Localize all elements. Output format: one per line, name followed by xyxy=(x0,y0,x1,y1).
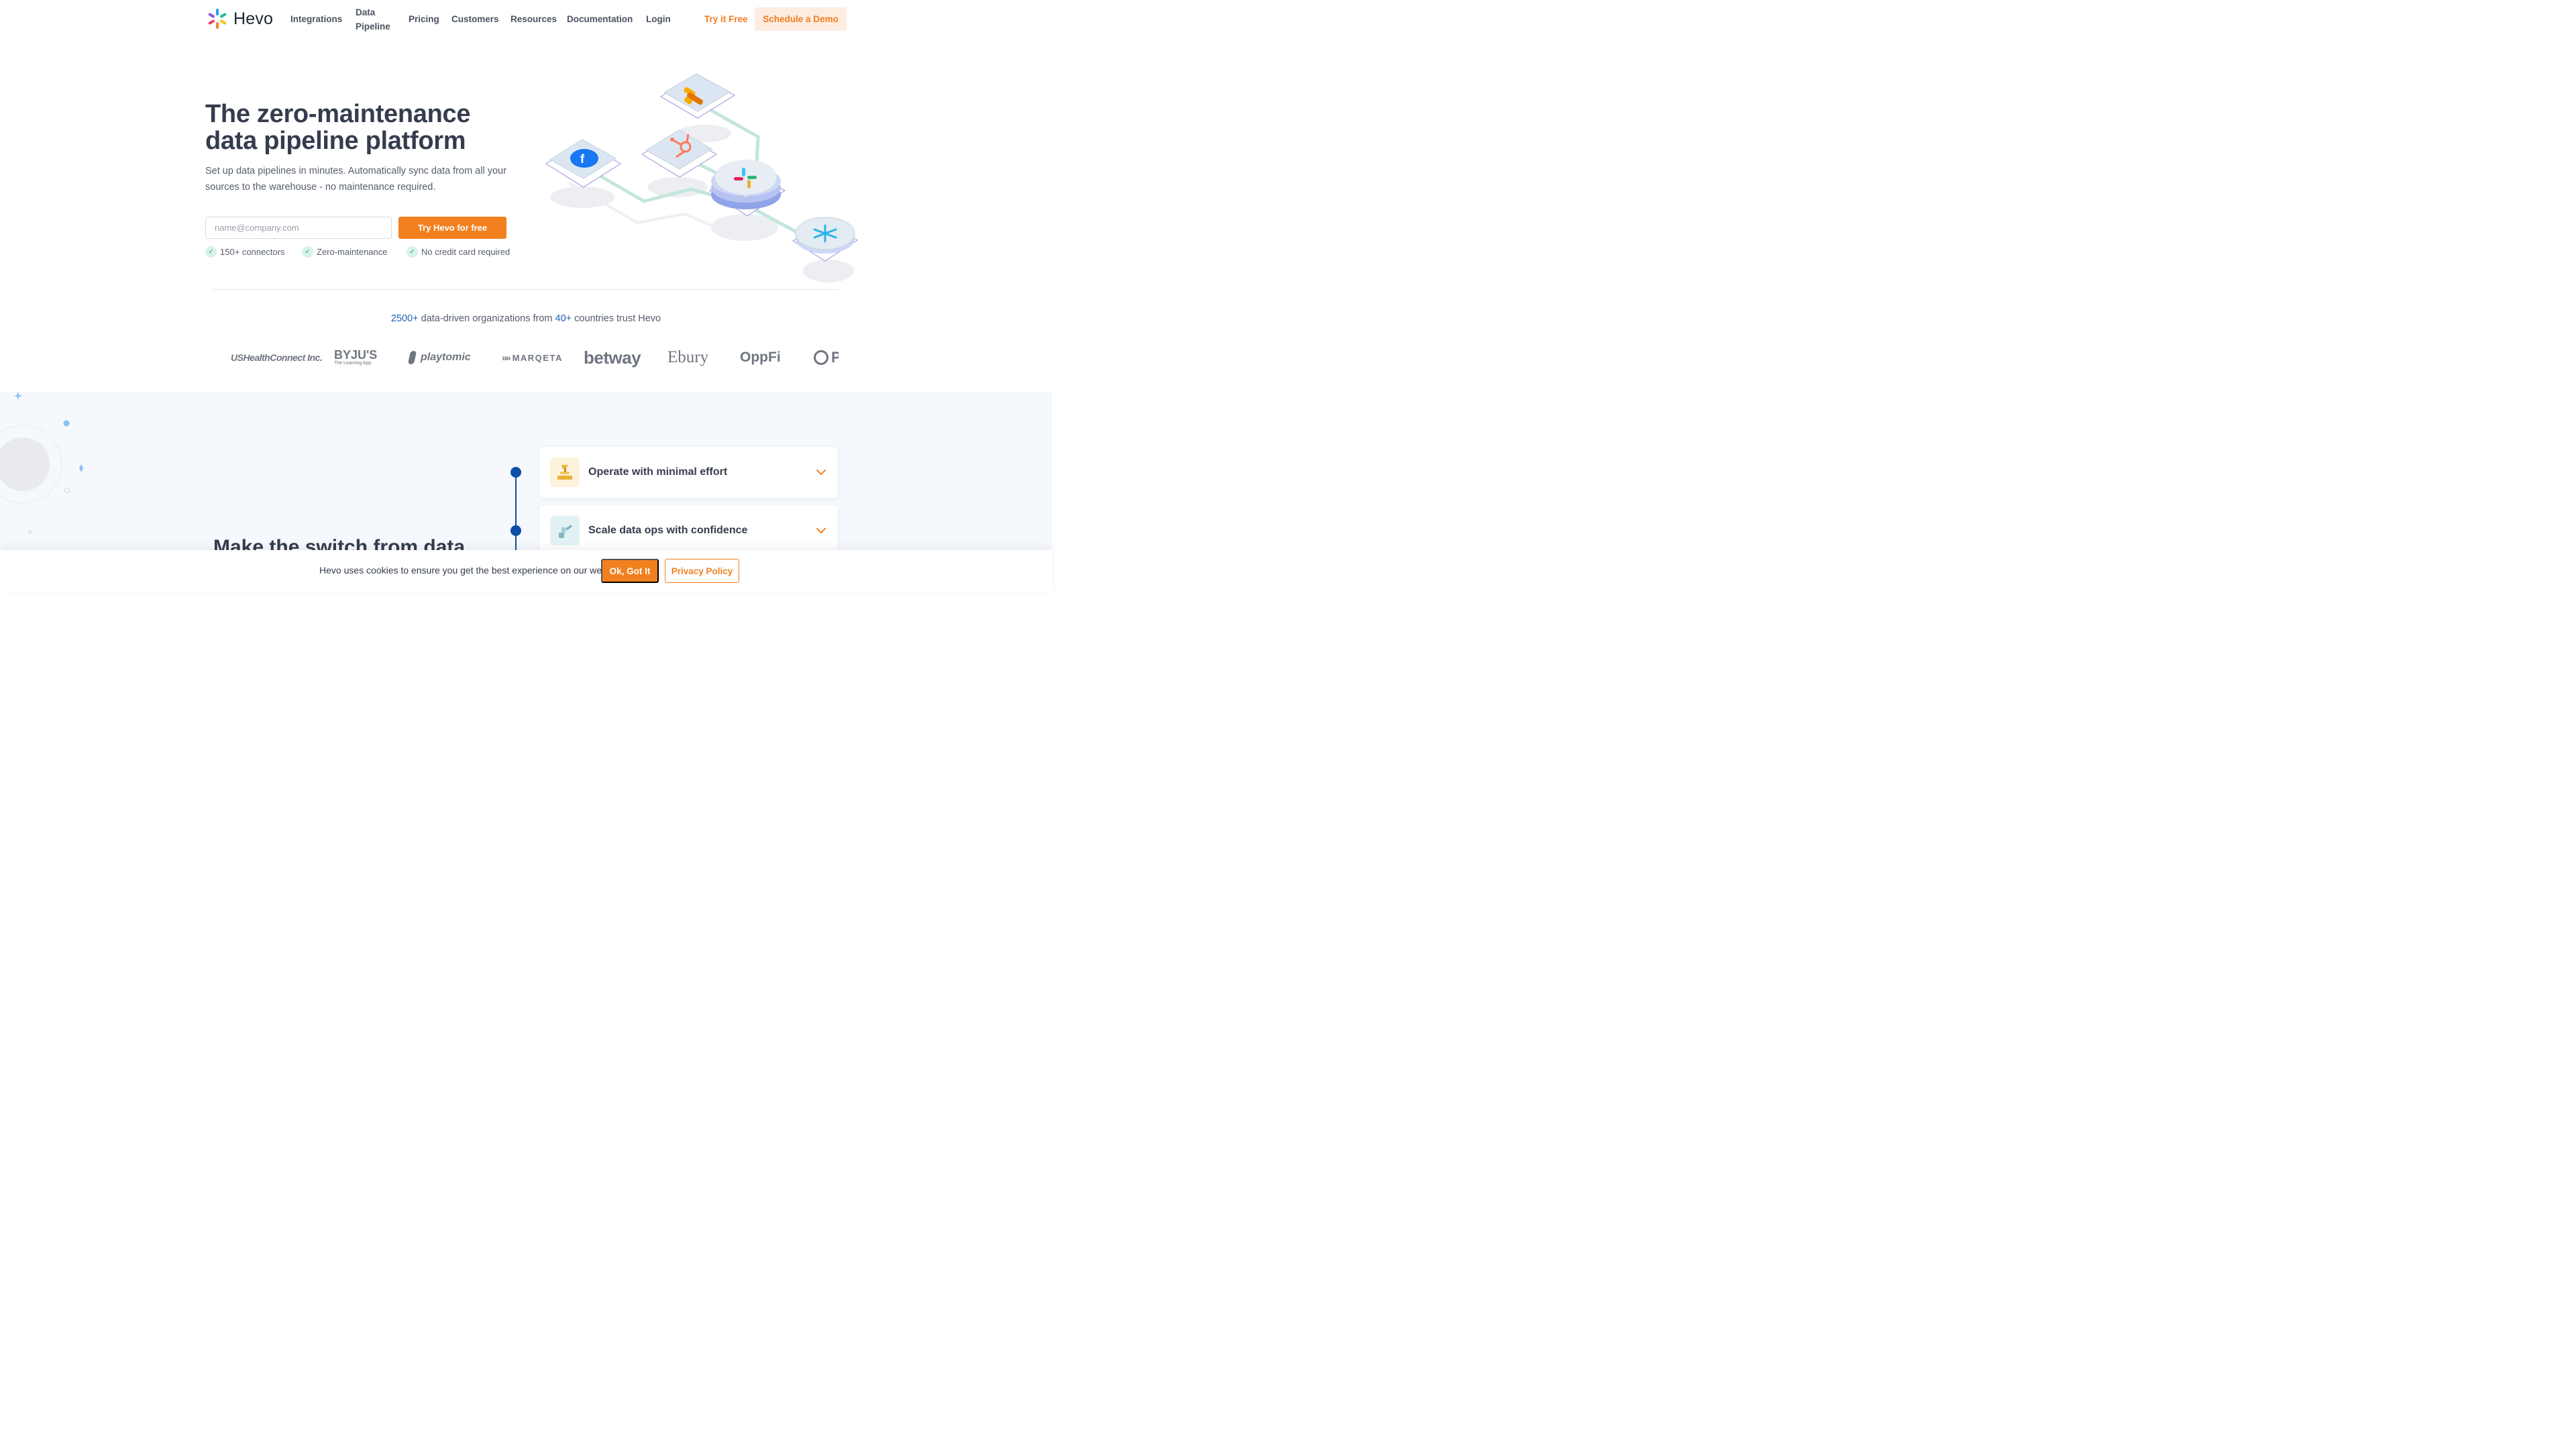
accordion-scale-data-ops[interactable]: Scale data ops with confidence xyxy=(539,505,838,556)
logo-text: MARQETA xyxy=(512,352,563,363)
feature-zero-maintenance: ✓ Zero-maintenance xyxy=(302,246,388,258)
trust-mid: data-driven organizations from xyxy=(418,313,555,324)
slack-icon xyxy=(709,159,786,217)
timeline-dot xyxy=(511,525,521,536)
nav-resources[interactable]: Resources xyxy=(511,12,557,26)
check-icon: ✓ xyxy=(407,246,418,258)
hero-title: The zero-maintenance data pipeline platf… xyxy=(205,101,521,154)
logo-text: USHealthConnect Inc. xyxy=(231,352,323,363)
hevo-pinwheel-icon xyxy=(208,9,227,29)
logo-byjus: BYJU'S The Learning App xyxy=(334,342,377,373)
nav-integrations[interactable]: Integrations xyxy=(290,12,342,26)
check-icon: ✓ xyxy=(302,246,313,258)
customer-logo-strip: USHealthConnect Inc. BYJU'S The Learning… xyxy=(213,342,839,373)
scale-robot-icon xyxy=(550,516,580,545)
logo-text: betway xyxy=(584,347,641,368)
partial-logo-mark-icon xyxy=(814,350,828,365)
nav-pricing[interactable]: Pricing xyxy=(409,12,439,26)
google-analytics-icon xyxy=(660,73,736,119)
section-divider xyxy=(213,289,839,290)
feature-label: No credit card required xyxy=(421,247,511,257)
top-navigation: Hevo Integrations Data Pipeline Pricing … xyxy=(0,0,1052,39)
logo-marqeta: »» MARQETA xyxy=(502,342,563,373)
trust-end: countries trust Hevo xyxy=(572,313,661,324)
hero-title-line1: The zero-maintenance xyxy=(205,100,471,128)
feature-label: Zero-maintenance xyxy=(317,247,388,257)
trust-statement: 2500+ data-driven organizations from 40+… xyxy=(0,313,1052,324)
schedule-demo-button[interactable]: Schedule a Demo xyxy=(755,7,847,31)
brand-name: Hevo xyxy=(233,9,274,28)
snowflake-icon xyxy=(792,217,858,262)
feature-connectors: ✓ 150+ connectors xyxy=(205,246,284,258)
chevron-down-icon[interactable] xyxy=(815,466,827,478)
logo-betway: betway xyxy=(584,342,641,373)
nav-customers[interactable]: Customers xyxy=(451,12,499,26)
hero-title-line2: data pipeline platform xyxy=(205,127,466,155)
logo-text: Ebury xyxy=(667,348,709,366)
trust-countries: 40+ xyxy=(555,313,572,324)
pipe-line xyxy=(588,168,827,250)
email-input[interactable] xyxy=(205,217,392,239)
logo-playtomic: playtomic xyxy=(407,342,471,373)
logo-ushealthconnect: USHealthConnect Inc. xyxy=(231,342,323,373)
timeline-dot xyxy=(511,467,521,478)
logo-oppfi: OppFi xyxy=(740,342,781,373)
logo-partial: P xyxy=(814,342,839,373)
logo-text: P xyxy=(831,349,839,366)
try-it-free-button[interactable]: Try it Free xyxy=(695,7,757,31)
trust-count: 2500+ xyxy=(390,313,419,324)
try-hevo-button[interactable]: Try Hevo for free xyxy=(398,217,506,239)
feature-no-credit-card: ✓ No credit card required xyxy=(407,246,510,258)
feature-label: 150+ connectors xyxy=(220,247,285,257)
nav-data-pipeline-line2: Pipeline xyxy=(356,21,390,32)
nav-documentation[interactable]: Documentation xyxy=(567,12,633,26)
hevo-logo[interactable]: Hevo xyxy=(207,8,273,30)
logo-text: OppFi xyxy=(740,350,781,365)
hero-subtitle: Set up data pipelines in minutes. Automa… xyxy=(205,166,506,193)
marqeta-mark-icon: »» xyxy=(502,352,511,363)
cookie-message: Hevo uses cookies to ensure you get the … xyxy=(319,565,625,576)
decorative-shapes xyxy=(0,392,83,534)
logo-text: playtomic xyxy=(421,352,471,363)
card-title: Operate with minimal effort xyxy=(588,466,728,478)
logo-text: BYJU'S xyxy=(334,348,378,362)
logo-subtext: The Learning App xyxy=(334,361,372,366)
playtomic-mark-icon xyxy=(407,351,417,364)
accordion-operate-minimal-effort[interactable]: Operate with minimal effort xyxy=(539,447,838,498)
logo-ebury: Ebury xyxy=(667,342,708,373)
check-icon: ✓ xyxy=(205,246,217,258)
nav-data-pipeline[interactable]: Data Pipeline xyxy=(356,5,396,34)
nav-login[interactable]: Login xyxy=(646,12,671,26)
pipeline-illustration: f xyxy=(545,73,858,282)
robot-arm-icon xyxy=(550,458,580,487)
nav-data-pipeline-line1: Data xyxy=(356,7,376,17)
svg-text:f: f xyxy=(580,152,585,166)
accept-cookies-button[interactable]: Ok, Got It xyxy=(601,559,659,583)
card-title: Scale data ops with confidence xyxy=(588,525,748,536)
privacy-policy-button[interactable]: Privacy Policy xyxy=(665,559,739,583)
cookie-banner: Hevo uses cookies to ensure you get the … xyxy=(0,550,1052,592)
chevron-down-icon[interactable] xyxy=(815,525,827,537)
